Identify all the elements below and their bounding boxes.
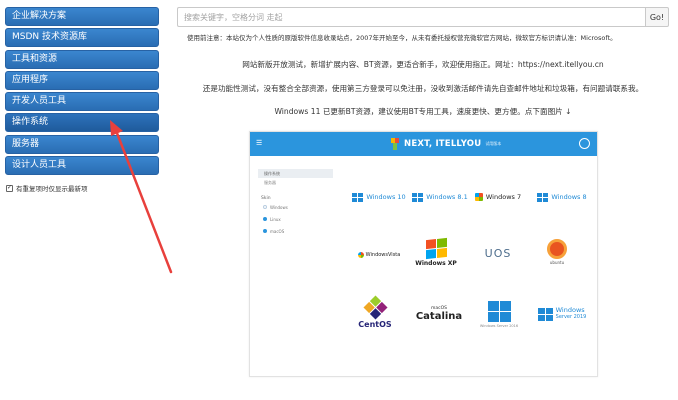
ubuntu-logo-icon: [547, 239, 567, 259]
sidebar-item-operating-systems[interactable]: 操作系统: [5, 113, 159, 133]
announcement-new-site: 网站新版开放测试，新增扩展内容、BT资源，更适合新手，欢迎使用指正。网址：htt…: [242, 60, 604, 69]
tile-windows-8: Windows 8: [532, 190, 592, 204]
tile-macos-catalina: macOS Catalina: [415, 306, 463, 322]
sidebar-item-apps[interactable]: 应用程序: [5, 70, 159, 90]
preview-side-active: 操作系统: [258, 169, 333, 178]
sidebar-item-enterprise[interactable]: 企业解决方案: [5, 7, 159, 26]
tile-ubuntu: ubuntu: [542, 236, 572, 268]
windows-logo-icon: [352, 192, 364, 202]
search-input[interactable]: [177, 7, 645, 27]
tile-centos: CentOS: [354, 295, 396, 332]
next-itellyou-preview-banner[interactable]: ☰ NEXT, ITELLYOU 试用版本 操作系统 服务器 Skin Wind…: [249, 131, 598, 377]
windows-xp-flag-icon: [425, 237, 447, 260]
windows-logo-icon: [537, 307, 553, 321]
sidebar: 企业解决方案 MSDN 技术资源库 工具和资源 应用程序 开发人员工具 操作系统…: [5, 7, 159, 193]
sidebar-item-designer-tools[interactable]: 设计人员工具: [5, 156, 159, 176]
tile-windows-server-2016: Windows Server 2016: [476, 296, 522, 332]
windows-logo-icon: [412, 192, 424, 202]
usage-notice: 使用前注意：本站仅为个人性质的原版软件信息收录站点，2007年开始至今，从未有委…: [187, 34, 617, 42]
preview-sidebar: 操作系统 服务器 Skin Windows Linux macOS: [258, 169, 333, 237]
windows7-logo-icon: [474, 193, 483, 201]
radio-icon: [263, 229, 267, 233]
preview-option-windows: Windows: [258, 201, 333, 213]
sidebar-item-msdn[interactable]: MSDN 技术资源库: [5, 28, 159, 48]
sidebar-item-servers[interactable]: 服务器: [5, 134, 159, 154]
windows-logo-icon: [487, 300, 511, 322]
tile-windows-10: Windows 10: [350, 190, 408, 204]
latest-only-label: 有重复项时仅显示最新项: [16, 185, 88, 194]
announcement-windows11: Windows 11 已更新BT资源，建议使用BT专用工具，速度更快、更方便。点…: [274, 107, 572, 116]
vista-logo-icon: [357, 252, 364, 258]
tile-windows-7: Windows 7: [472, 190, 524, 204]
user-icon: [579, 138, 590, 149]
announcement-testing: 还是功能性测试，没有整合全部资源，使用第三方登录可以免注册，没收到激活邮件请先自…: [202, 84, 644, 93]
preview-option-linux: Linux: [258, 213, 333, 225]
preview-brand-sub: 试用版本: [485, 141, 502, 146]
tile-windows-xp: Windows XP: [415, 236, 457, 270]
menu-icon: ☰: [256, 139, 263, 147]
preview-option-macos: macOS: [258, 225, 333, 237]
itellyou-logo-icon: [391, 138, 400, 150]
latest-only-checkbox[interactable]: ✓: [6, 184, 13, 192]
preview-side-item: 服务器: [264, 180, 276, 185]
radio-icon: [263, 205, 267, 209]
preview-brand: NEXT, ITELLYOU 试用版本: [391, 138, 501, 150]
tile-windows-vista: WindowsVista: [350, 249, 408, 261]
sidebar-item-tools[interactable]: 工具和资源: [5, 49, 159, 69]
radio-icon: [263, 217, 267, 221]
search-bar: Go!: [177, 7, 669, 27]
centos-logo-icon: [362, 295, 388, 320]
preview-brand-title: NEXT, ITELLYOU: [404, 139, 482, 149]
preview-header: ☰ NEXT, ITELLYOU 试用版本: [250, 132, 597, 156]
sidebar-item-developer-tools[interactable]: 开发人员工具: [5, 92, 159, 112]
search-button[interactable]: Go!: [645, 7, 669, 27]
tile-windows-server-2019: Windows Server 2019: [536, 302, 588, 326]
tile-windows-81: Windows 8.1: [410, 190, 470, 204]
checkmark-icon: ✓: [6, 184, 13, 192]
tile-uos: UOS: [484, 246, 512, 260]
windows-logo-icon: [537, 192, 549, 202]
latest-only-option[interactable]: ✓ 有重复项时仅显示最新项: [5, 183, 159, 193]
